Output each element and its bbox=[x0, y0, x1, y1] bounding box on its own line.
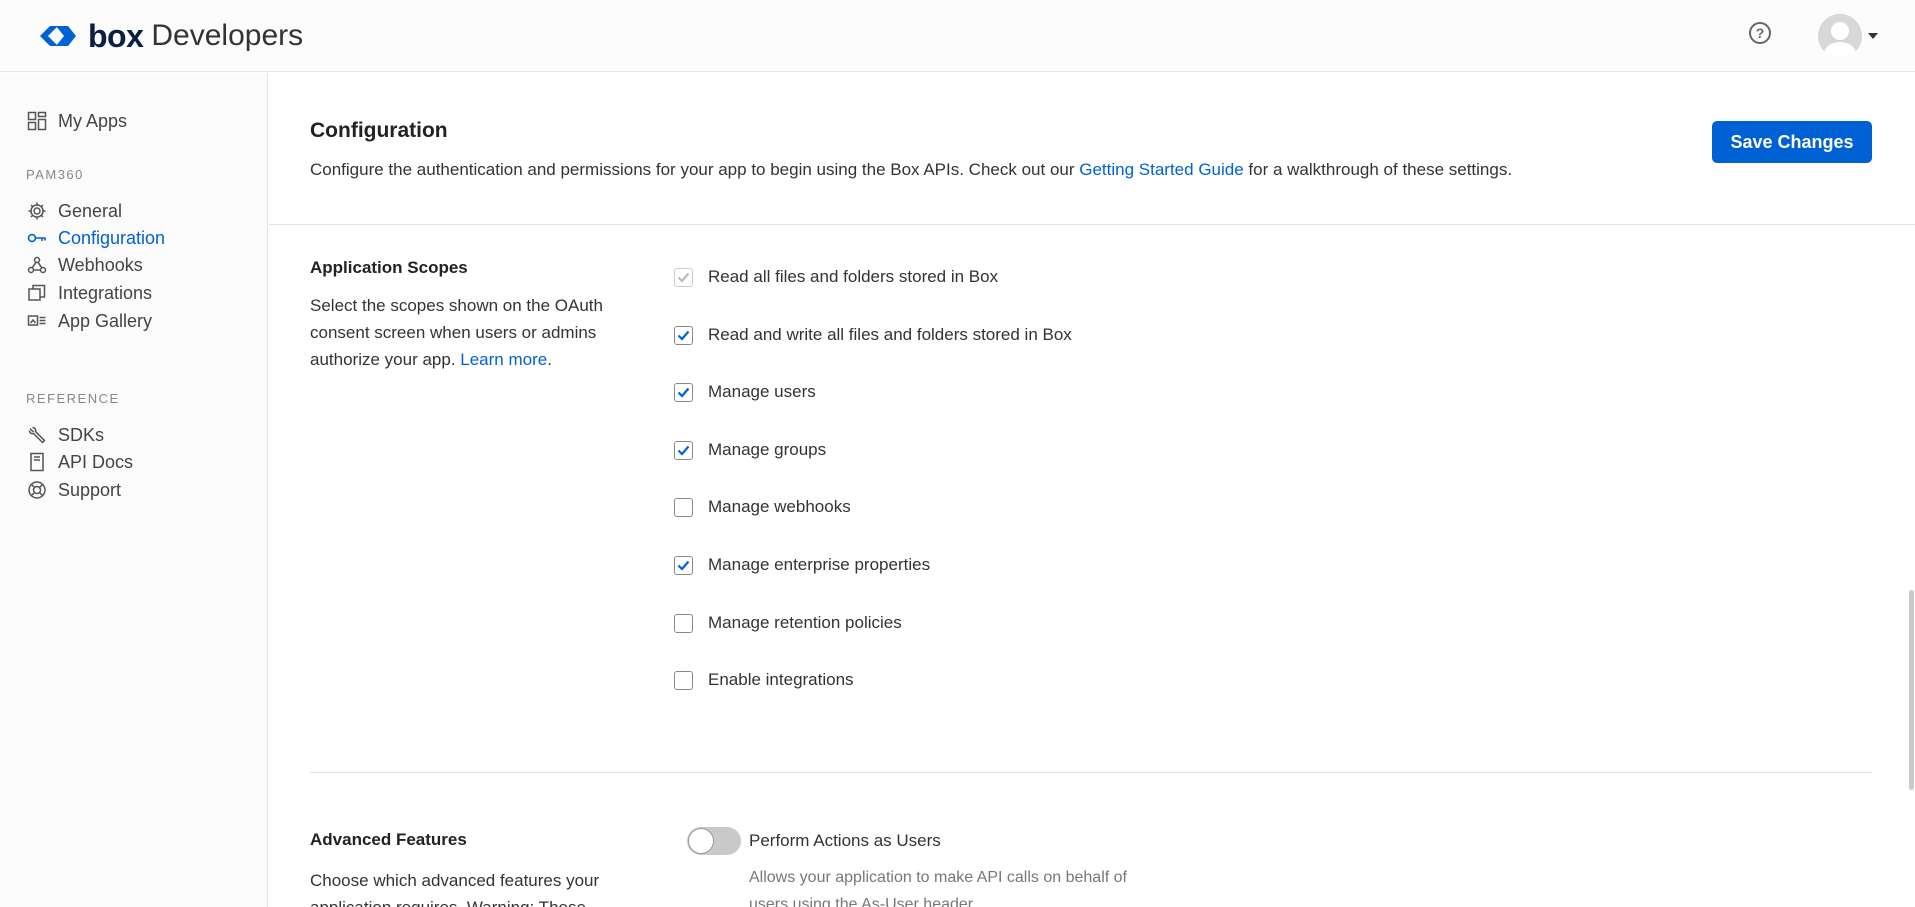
sidebar-item-app-gallery[interactable]: App Gallery bbox=[26, 307, 152, 335]
scope-checkbox[interactable] bbox=[674, 670, 693, 690]
checkmark-icon bbox=[677, 330, 690, 341]
key-icon bbox=[26, 227, 48, 249]
sidebar-item-my-apps[interactable]: My Apps bbox=[26, 107, 127, 135]
sidebar-item-configuration[interactable]: Configuration bbox=[26, 224, 165, 252]
main-content: Configuration Configure the authenticati… bbox=[269, 73, 1915, 907]
scopes-section-title: Application Scopes bbox=[310, 258, 468, 277]
getting-started-link[interactable]: Getting Started Guide bbox=[1079, 160, 1243, 179]
checkmark-icon bbox=[677, 272, 690, 283]
box-developers-logo[interactable]: box Developers bbox=[38, 16, 303, 56]
sidebar-item-label: App Gallery bbox=[58, 310, 153, 331]
sidebar-item-webhooks[interactable]: Webhooks bbox=[26, 251, 143, 279]
scope-label: Manage webhooks bbox=[708, 497, 851, 516]
avatar-head bbox=[1831, 22, 1849, 40]
scope-option[interactable]: Manage users bbox=[674, 380, 816, 404]
description-period: . bbox=[547, 350, 552, 369]
sidebar-item-label: General bbox=[58, 200, 123, 221]
scope-checkbox[interactable] bbox=[674, 613, 693, 633]
scopes-section-description: Select the scopes shown on the OAuth con… bbox=[310, 292, 610, 373]
description-suffix: for a walkthrough of these settings. bbox=[1243, 160, 1513, 179]
learn-more-link[interactable]: Learn more bbox=[460, 350, 547, 369]
help-icon[interactable]: ? bbox=[1749, 22, 1771, 44]
scope-label: Manage groups bbox=[708, 440, 827, 459]
scopes-description-text: Select the scopes shown on the OAuth con… bbox=[310, 296, 603, 369]
scope-label: Manage users bbox=[708, 382, 816, 401]
reference-section-label: REFERENCE bbox=[26, 391, 120, 406]
apps-grid-icon bbox=[26, 110, 48, 132]
scope-option[interactable]: Enable integrations bbox=[674, 668, 854, 692]
sidebar-item-integrations[interactable]: Integrations bbox=[26, 279, 152, 307]
checkmark-icon bbox=[677, 560, 690, 571]
save-changes-button[interactable]: Save Changes bbox=[1712, 121, 1872, 163]
scope-option[interactable]: Read all files and folders stored in Box bbox=[674, 265, 998, 289]
as-user-toggle[interactable] bbox=[687, 827, 741, 855]
sidebar-item-label: Integrations bbox=[58, 282, 153, 303]
sidebar-item-api-docs[interactable]: API Docs bbox=[26, 448, 133, 476]
box-logo-icon bbox=[40, 26, 76, 46]
header-divider bbox=[269, 224, 1915, 225]
caret-down-icon[interactable] bbox=[1868, 33, 1878, 39]
scope-option[interactable]: Read and write all files and folders sto… bbox=[674, 323, 1072, 347]
product-name: Developers bbox=[151, 19, 304, 52]
scope-option[interactable]: Manage groups bbox=[674, 438, 826, 462]
scope-label: Read and write all files and folders sto… bbox=[708, 325, 1072, 344]
avatar-shoulders bbox=[1824, 42, 1856, 58]
scope-checkbox[interactable] bbox=[674, 382, 693, 402]
scope-checkbox[interactable] bbox=[674, 325, 693, 345]
sidebar-item-label: API Docs bbox=[58, 451, 134, 472]
scope-checkbox[interactable] bbox=[674, 440, 693, 460]
sidebar-item-label: Webhooks bbox=[58, 254, 143, 275]
scope-checkbox bbox=[674, 267, 693, 287]
scope-label: Manage retention policies bbox=[708, 613, 902, 632]
scope-option[interactable]: Manage enterprise properties bbox=[674, 553, 930, 577]
scope-option[interactable]: Manage retention policies bbox=[674, 611, 902, 635]
section-divider bbox=[310, 772, 1872, 773]
sidebar-item-support[interactable]: Support bbox=[26, 476, 121, 504]
toggle-knob bbox=[688, 828, 714, 854]
integrations-icon bbox=[26, 282, 48, 304]
scope-checkbox[interactable] bbox=[674, 555, 693, 575]
gear-icon bbox=[26, 200, 48, 222]
sidebar: My Apps PAM360 General Configuration Web… bbox=[0, 73, 268, 907]
toggle-label: Perform Actions as Users bbox=[749, 831, 941, 850]
scope-option[interactable]: Manage webhooks bbox=[674, 495, 851, 519]
toggle-description: Allows your application to make API call… bbox=[749, 869, 1127, 907]
sidebar-item-sdks[interactable]: SDKs bbox=[26, 421, 104, 449]
sidebar-item-label: My Apps bbox=[58, 110, 128, 131]
checkmark-icon bbox=[677, 445, 690, 456]
sidebar-item-label: Configuration bbox=[58, 227, 166, 248]
checkmark-icon bbox=[677, 387, 690, 398]
top-bar: box Developers ? bbox=[0, 0, 1915, 72]
description-prefix: Configure the authentication and permiss… bbox=[310, 160, 1080, 179]
advanced-section-title: Advanced Features bbox=[310, 830, 467, 849]
lifebuoy-icon bbox=[26, 479, 48, 501]
brand-name: box bbox=[88, 17, 144, 54]
gallery-icon bbox=[26, 310, 48, 332]
sidebar-item-label: SDKs bbox=[58, 424, 105, 445]
scope-label: Manage enterprise properties bbox=[708, 555, 931, 574]
document-icon bbox=[26, 451, 48, 473]
app-section-label: PAM360 bbox=[26, 167, 84, 182]
wrench-icon bbox=[26, 424, 48, 446]
page-description: Configure the authentication and permiss… bbox=[310, 160, 1512, 180]
sidebar-item-general[interactable]: General bbox=[26, 197, 122, 225]
advanced-section-description: Choose which advanced features your appl… bbox=[310, 871, 600, 907]
scrollbar[interactable] bbox=[1909, 590, 1914, 790]
scope-checkbox[interactable] bbox=[674, 497, 693, 517]
scope-label: Enable integrations bbox=[708, 670, 854, 689]
sidebar-item-label: Support bbox=[58, 479, 122, 500]
page-title: Configuration bbox=[310, 119, 448, 142]
webhook-icon bbox=[26, 254, 48, 276]
user-avatar[interactable] bbox=[1818, 14, 1862, 58]
scope-label: Read all files and folders stored in Box bbox=[708, 267, 999, 286]
